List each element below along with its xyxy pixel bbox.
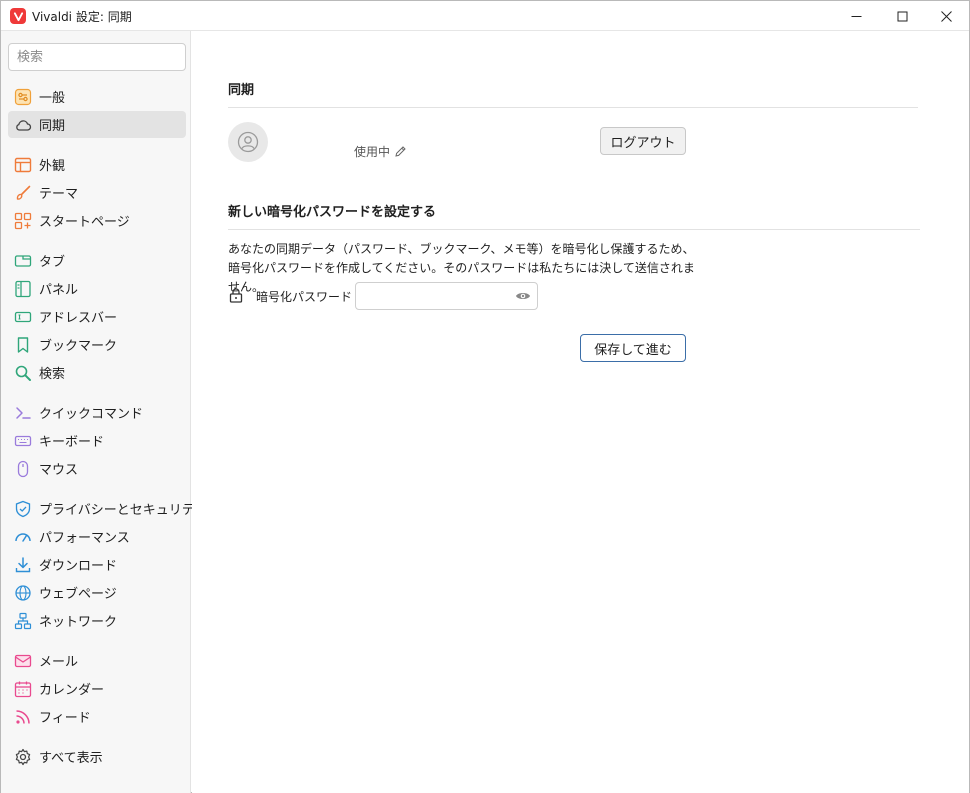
settings-content: 同期 使用中 ログアウト 新しい暗号化パスワードを設定する あなたの同期データ（…	[192, 31, 969, 793]
sidebar-item-keyboard[interactable]: キーボード	[8, 427, 186, 454]
sidebar-item-label: クイックコマンド	[39, 407, 144, 422]
download-icon	[14, 556, 32, 574]
maximize-icon	[897, 11, 907, 21]
mail-icon	[14, 652, 32, 670]
password-input[interactable]	[356, 283, 506, 309]
sidebar-item-sync[interactable]: 同期	[8, 111, 186, 138]
shield-icon	[14, 500, 32, 518]
title-bar: Vivaldi 設定: 同期	[1, 1, 969, 31]
sidebar-item-label: プライバシーとセキュリティ	[39, 503, 207, 518]
sidebar-item-quick-commands[interactable]: クイックコマンド	[8, 399, 186, 426]
sidebar-item-start-page[interactable]: スタートページ	[8, 207, 186, 234]
sync-section-title: 同期	[228, 83, 255, 98]
sidebar-item-mouse[interactable]: マウス	[8, 455, 186, 482]
gauge-icon	[14, 528, 32, 546]
settings-sidebar: 一般 同期 外観 テーマ スタートページ	[1, 31, 207, 793]
sidebar-item-downloads[interactable]: ダウンロード	[8, 551, 186, 578]
sidebar-item-mail[interactable]: メール	[8, 647, 186, 674]
sidebar-item-tabs[interactable]: タブ	[8, 247, 186, 274]
sidebar-item-label: タブ	[39, 255, 66, 270]
sidebar-item-label: ブックマーク	[39, 339, 118, 354]
sidebar-item-label: 同期	[39, 119, 66, 134]
keyboard-icon	[14, 432, 32, 450]
section-divider	[228, 229, 920, 230]
sidebar-item-feeds[interactable]: フィード	[8, 703, 186, 730]
quick-command-icon	[14, 404, 32, 422]
sidebar-item-label: 外観	[39, 159, 66, 174]
sidebar-item-show-all[interactable]: すべて表示	[8, 743, 186, 770]
user-icon	[237, 131, 259, 153]
sidebar-item-general[interactable]: 一般	[8, 83, 186, 110]
sidebar-item-label: アドレスバー	[39, 311, 118, 326]
sidebar-item-label: マウス	[39, 463, 79, 478]
appearance-icon	[14, 156, 32, 174]
sidebar-item-theme[interactable]: テーマ	[8, 179, 186, 206]
vivaldi-logo-icon	[10, 8, 26, 24]
maximize-button[interactable]	[879, 1, 925, 31]
lock-icon	[229, 288, 243, 303]
sidebar-item-privacy-security[interactable]: プライバシーとセキュリティ	[8, 495, 207, 522]
window-title: Vivaldi 設定: 同期	[32, 10, 132, 24]
sidebar-item-label: カレンダー	[39, 683, 105, 698]
password-label: 暗号化パスワード	[256, 290, 353, 304]
sidebar-item-search[interactable]: 検索	[8, 359, 186, 386]
globe-icon	[14, 584, 32, 602]
close-icon	[940, 10, 952, 22]
sidebar-item-appearance[interactable]: 外観	[8, 151, 186, 178]
sidebar-item-calendar[interactable]: カレンダー	[8, 675, 186, 702]
logout-button[interactable]: ログアウト	[600, 127, 686, 155]
brush-icon	[14, 184, 32, 202]
encryption-section-title: 新しい暗号化パスワードを設定する	[228, 205, 437, 220]
gear-icon	[14, 748, 32, 766]
sidebar-item-label: テーマ	[39, 187, 79, 202]
panel-icon	[14, 280, 32, 298]
minimize-button[interactable]	[833, 1, 879, 31]
sidebar-item-label: スタートページ	[39, 215, 130, 230]
sidebar-item-panels[interactable]: パネル	[8, 275, 186, 302]
password-field	[355, 282, 538, 310]
sidebar-item-network[interactable]: ネットワーク	[8, 607, 186, 634]
tab-icon	[14, 252, 32, 270]
avatar	[228, 122, 268, 162]
bookmark-icon	[14, 336, 32, 354]
pencil-icon[interactable]	[394, 145, 407, 158]
sync-status: 使用中	[354, 143, 407, 160]
sidebar-item-label: パネル	[39, 283, 79, 298]
sidebar-item-label: パフォーマンス	[39, 531, 130, 546]
mouse-icon	[14, 460, 32, 478]
cloud-icon	[14, 116, 32, 134]
sidebar-item-label: すべて表示	[39, 751, 103, 766]
feed-icon	[14, 708, 32, 726]
sidebar-item-label: 検索	[39, 367, 66, 382]
sidebar-item-label: メール	[39, 655, 79, 670]
sidebar-item-label: フィード	[39, 711, 91, 726]
search-icon	[14, 364, 32, 382]
search-input[interactable]	[8, 43, 186, 71]
sidebar-item-bookmarks[interactable]: ブックマーク	[8, 331, 186, 358]
close-button[interactable]	[923, 1, 969, 31]
address-bar-icon	[14, 308, 32, 326]
eye-icon[interactable]	[515, 289, 531, 303]
calendar-icon	[14, 680, 32, 698]
sidebar-item-webpages[interactable]: ウェブページ	[8, 579, 186, 606]
status-text: 使用中	[354, 145, 391, 159]
sidebar-item-label: ダウンロード	[39, 559, 118, 574]
save-and-continue-button[interactable]: 保存して進む	[580, 334, 686, 362]
sidebar-item-label: ウェブページ	[39, 587, 117, 602]
settings-window: Vivaldi 設定: 同期 一般 同期	[0, 0, 970, 793]
sidebar-item-label: キーボード	[39, 435, 105, 450]
general-icon	[14, 88, 32, 106]
sidebar-item-label: ネットワーク	[39, 615, 118, 630]
minimize-icon	[851, 15, 861, 17]
start-page-icon	[14, 212, 32, 230]
section-divider	[228, 107, 918, 108]
sidebar-item-label: 一般	[39, 91, 66, 106]
network-icon	[14, 612, 32, 630]
sidebar-item-performance[interactable]: パフォーマンス	[8, 523, 186, 550]
sidebar-item-address-bar[interactable]: アドレスバー	[8, 303, 186, 330]
